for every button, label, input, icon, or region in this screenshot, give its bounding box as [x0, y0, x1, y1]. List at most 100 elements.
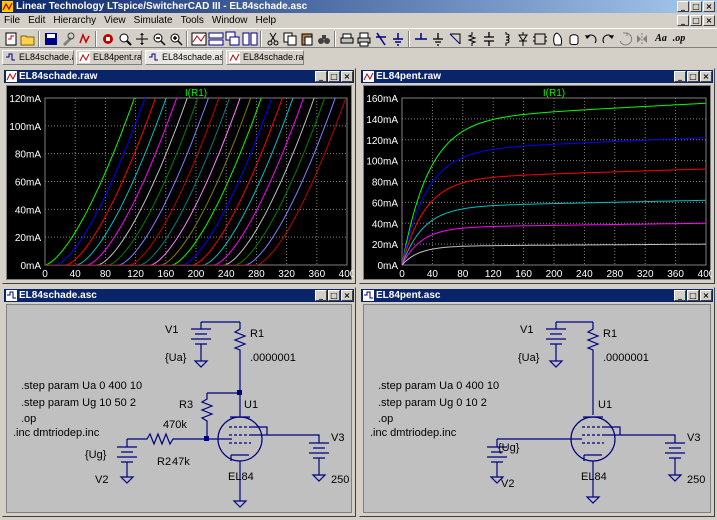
move-icon[interactable]: [549, 31, 565, 47]
ground-icon[interactable]: [430, 31, 446, 47]
window-titlebar[interactable]: EL84schade.raw _ □ ×: [4, 70, 354, 83]
drag-icon[interactable]: [566, 31, 582, 47]
trace-line[interactable]: [45, 86, 347, 265]
window-titlebar[interactable]: EL84schade.asc _ □ ×: [4, 289, 354, 302]
mirror-icon[interactable]: [634, 31, 650, 47]
r3-resistor[interactable]: [200, 393, 214, 439]
redo-icon[interactable]: [390, 31, 406, 47]
spice-directive[interactable]: .step param Ua 0 400 10: [378, 380, 499, 392]
trace-line[interactable]: [45, 86, 347, 265]
trace-line[interactable]: [401, 168, 707, 266]
zoom-out-icon[interactable]: [151, 31, 167, 47]
plot-pane[interactable]: 0 40 80 120 160 200 240 280 320 360 400 0mA 20mA 40mA…: [6, 85, 356, 281]
close-button[interactable]: ×: [341, 71, 353, 82]
trace-line[interactable]: [401, 199, 707, 266]
copy-icon[interactable]: [282, 31, 298, 47]
control-panel-icon[interactable]: [60, 31, 76, 47]
maximize-button[interactable]: □: [690, 1, 702, 12]
trace-line[interactable]: [45, 86, 347, 265]
minimize-button[interactable]: _: [315, 71, 327, 82]
trace-line[interactable]: [45, 86, 347, 265]
resistor-icon[interactable]: [464, 31, 480, 47]
trace-line[interactable]: [45, 86, 347, 265]
spice-directive[interactable]: .step param Ug 0 10 2: [378, 397, 487, 409]
v1-source[interactable]: [546, 321, 593, 368]
spice-directive[interactable]: .inc dmtriodep.inc: [13, 427, 100, 439]
print-icon[interactable]: [356, 31, 372, 47]
trace-line[interactable]: [45, 86, 347, 265]
menu-edit[interactable]: Edit: [24, 13, 49, 28]
v3-source[interactable]: [665, 442, 685, 482]
trace-line[interactable]: [45, 86, 347, 265]
trace-line[interactable]: [45, 86, 347, 265]
capacitor-icon[interactable]: [481, 31, 497, 47]
window-triode-schematic[interactable]: EL84schade.asc _ □ × V1 {Ua} R1 .0000001…: [2, 287, 356, 517]
close-button[interactable]: ×: [700, 71, 712, 82]
tab-el84pent-raw[interactable]: EL84pent.raw: [76, 50, 142, 65]
spice-directive[interactable]: .op: [21, 413, 36, 425]
pentode-schematic[interactable]: V1 {Ua} R1 .0000001 U1 EL84 {Ug} V2 V3 2…: [364, 305, 712, 514]
close-button[interactable]: ×: [700, 290, 712, 301]
diode-icon[interactable]: [515, 31, 531, 47]
trace-line[interactable]: [45, 86, 347, 265]
new-schematic-icon[interactable]: [3, 31, 19, 47]
trace-line[interactable]: [45, 86, 347, 265]
u1-tube[interactable]: [570, 416, 621, 504]
wire-icon[interactable]: [413, 31, 429, 47]
r1-resistor[interactable]: [233, 322, 247, 393]
window-pentode-plot[interactable]: EL84pent.raw _ □ × 0 40 80 120 160 200 240 280 3…: [359, 68, 715, 284]
r1-resistor[interactable]: [586, 322, 600, 415]
find-icon[interactable]: [316, 31, 332, 47]
menu-simulate[interactable]: Simulate: [130, 13, 177, 28]
mdi-restore-button[interactable]: □: [690, 15, 702, 26]
spice-directive[interactable]: .step param Ua 0 400 10: [21, 380, 142, 392]
maximize-button[interactable]: □: [328, 290, 340, 301]
mdi-minimize-button[interactable]: _: [677, 15, 689, 26]
plot-pane[interactable]: 0 40 80 120 160 200 240 280 320 360 400 0mA 20mA 40mA…: [363, 85, 715, 281]
pan-icon[interactable]: [134, 31, 150, 47]
window-titlebar[interactable]: EL84pent.asc _ □ ×: [361, 289, 713, 302]
menu-window[interactable]: Window: [208, 13, 252, 28]
tile-vertical-icon[interactable]: [242, 31, 258, 47]
undo2-icon[interactable]: [583, 31, 599, 47]
v1-source[interactable]: [191, 321, 240, 368]
run-icon[interactable]: [77, 31, 93, 47]
trace-line[interactable]: [45, 86, 347, 265]
spice-directive-icon[interactable]: .op: [671, 31, 687, 47]
window-triode-plot[interactable]: EL84schade.raw _ □ × 0 40 80 120 160 200 240 28…: [2, 68, 356, 284]
trace-line[interactable]: [45, 86, 347, 265]
minimize-button[interactable]: _: [677, 1, 689, 12]
menu-tools[interactable]: Tools: [177, 13, 208, 28]
trace-line[interactable]: [45, 86, 347, 265]
print-setup-icon[interactable]: [339, 31, 355, 47]
spice-directive[interactable]: .step param Ug 10 50 2: [21, 397, 136, 409]
label-icon[interactable]: [447, 31, 463, 47]
text-icon[interactable]: Aa: [653, 31, 669, 47]
trace-line[interactable]: [401, 102, 707, 266]
trace-line[interactable]: [45, 86, 347, 265]
trace-label[interactable]: I(R1): [185, 88, 207, 99]
minimize-button[interactable]: _: [674, 290, 686, 301]
cascade-icon[interactable]: [225, 31, 241, 47]
undo-icon[interactable]: [373, 31, 389, 47]
paste-icon[interactable]: [299, 31, 315, 47]
open-icon[interactable]: [20, 31, 36, 47]
pentode-chart[interactable]: 0 40 80 120 160 200 240 280 320 360 400 0mA 20mA 40mA…: [364, 86, 714, 281]
minimize-button[interactable]: _: [674, 71, 686, 82]
window-pentode-schematic[interactable]: EL84pent.asc _ □ × V1 {Ua} R1 .0000001 U…: [359, 287, 715, 517]
trace-line[interactable]: [45, 86, 347, 265]
triode-chart[interactable]: 0 40 80 120 160 200 240 280 320 360 400 0mA 20mA 40mA…: [7, 86, 355, 281]
maximize-button[interactable]: □: [687, 71, 699, 82]
menu-help[interactable]: Help: [252, 13, 281, 28]
trace-line[interactable]: [45, 86, 347, 265]
close-button[interactable]: ×: [703, 1, 715, 12]
triode-schematic[interactable]: V1 {Ua} R1 .0000001 R3 470k R2 47k U1 EL…: [7, 305, 353, 514]
inductor-icon[interactable]: [498, 31, 514, 47]
menu-view[interactable]: View: [100, 13, 130, 28]
save-icon[interactable]: [43, 31, 59, 47]
spice-directive[interactable]: .op: [378, 413, 393, 425]
menu-hierarchy[interactable]: Hierarchy: [49, 13, 100, 28]
trace-line[interactable]: [45, 86, 347, 265]
cut-icon[interactable]: [265, 31, 281, 47]
minimize-button[interactable]: _: [315, 290, 327, 301]
